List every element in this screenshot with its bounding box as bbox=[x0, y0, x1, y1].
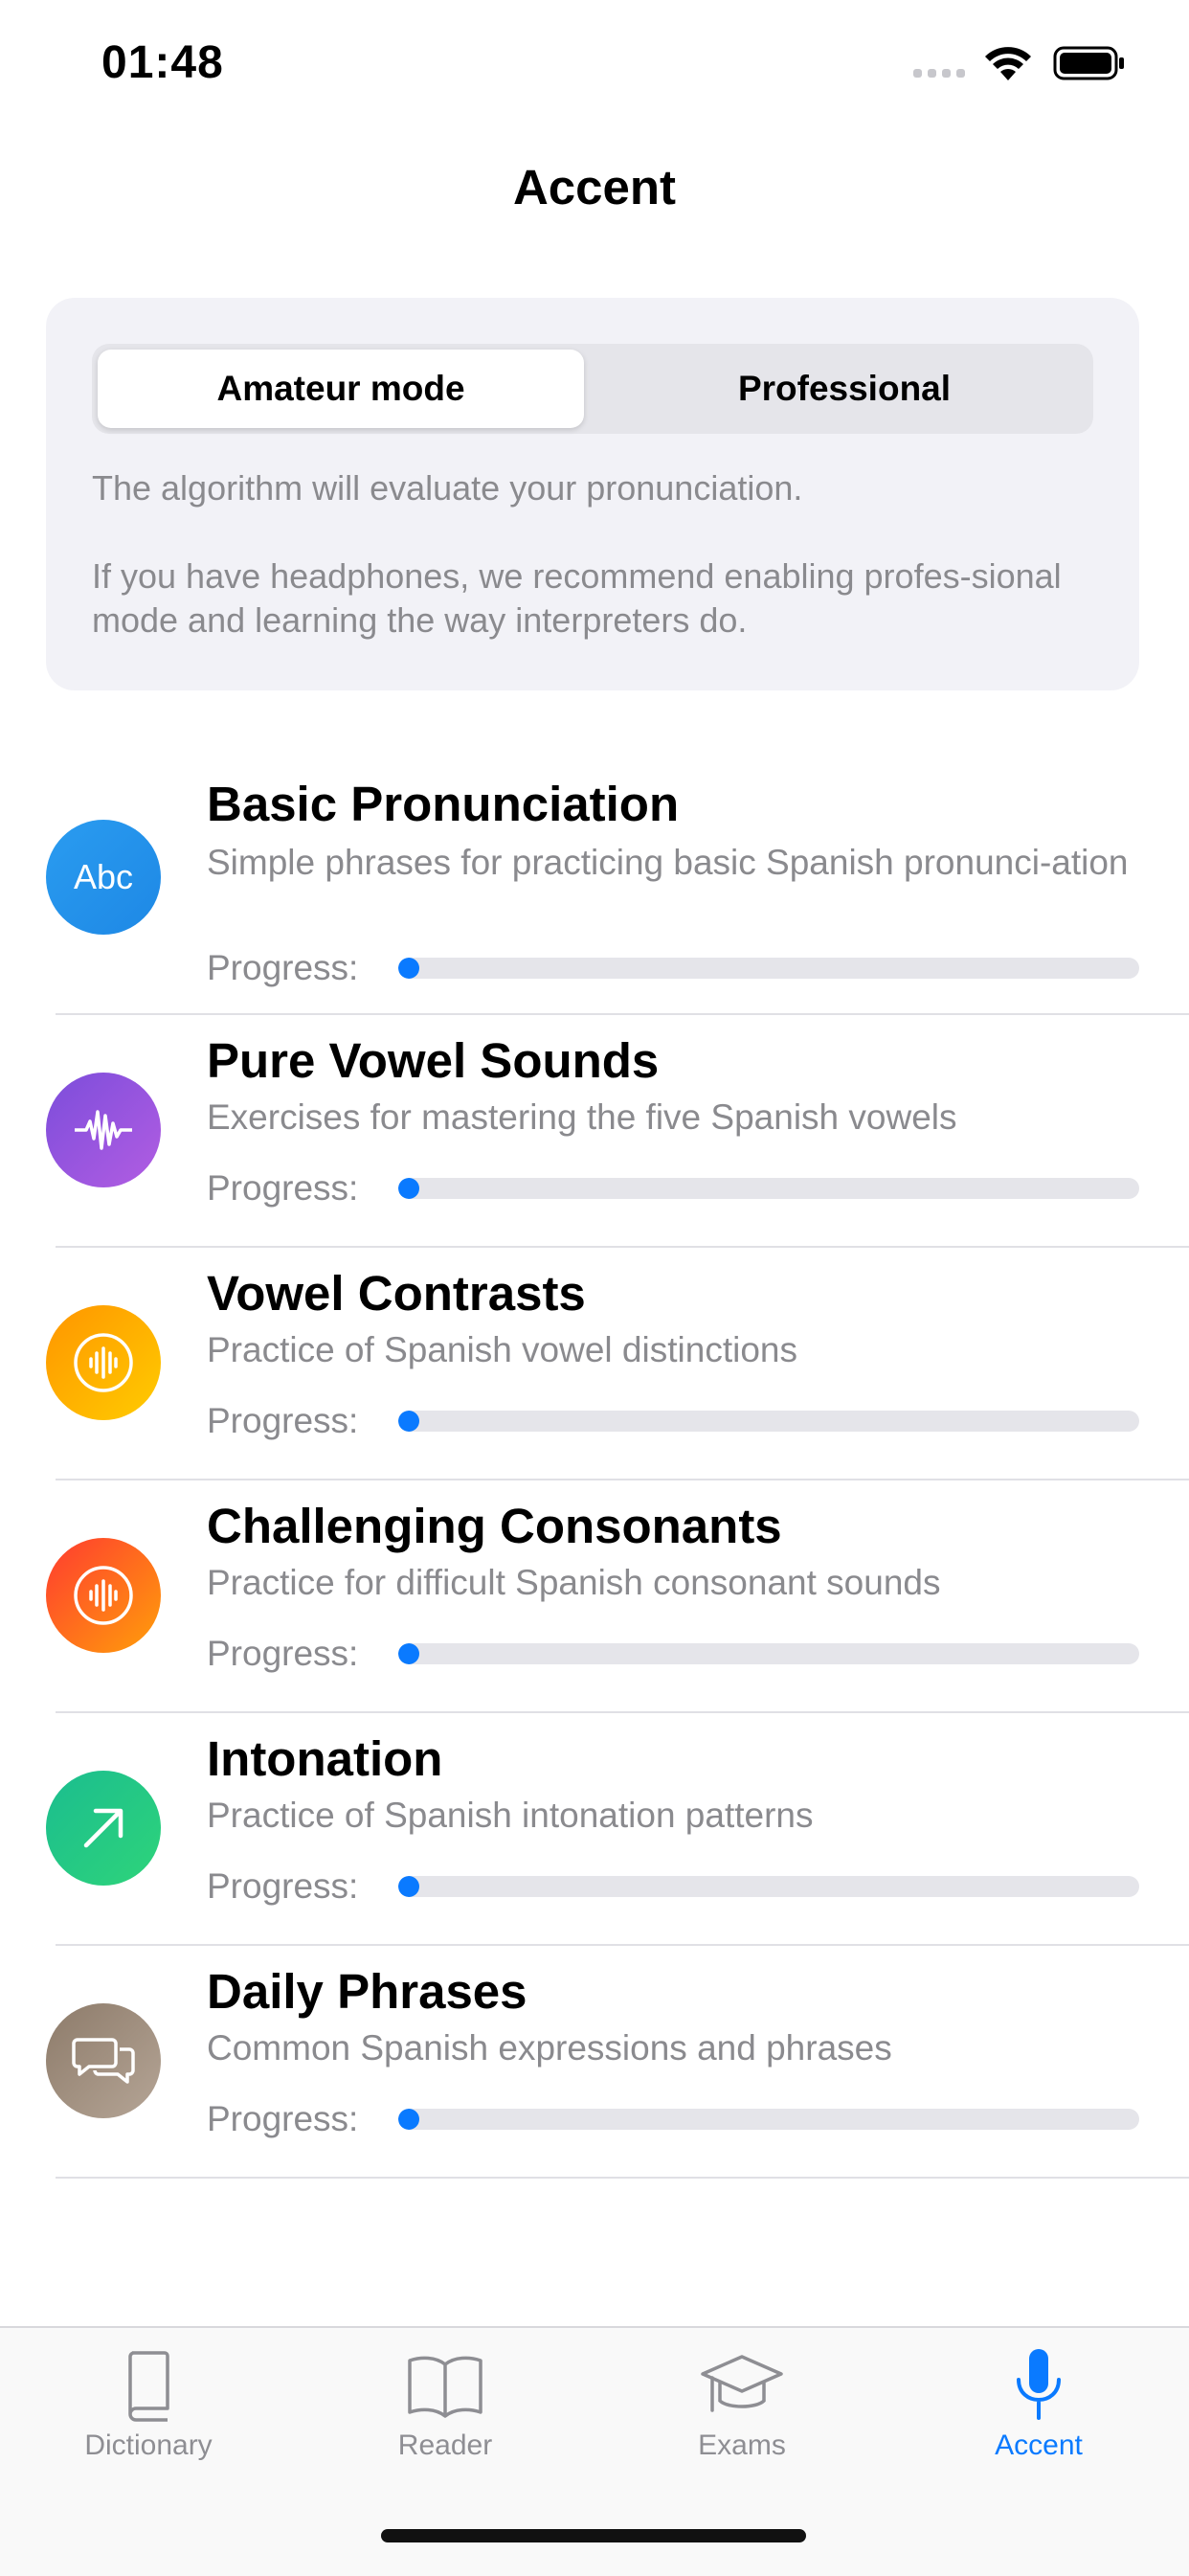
mode-description-line-2: If you have headphones, we recommend ena… bbox=[92, 556, 1062, 640]
professional-mode-segment[interactable]: Professional bbox=[601, 350, 1088, 428]
progress-label: Progress: bbox=[207, 948, 359, 987]
tab-label: Accent bbox=[995, 2429, 1083, 2461]
amateur-mode-segment[interactable]: Amateur mode bbox=[98, 350, 584, 428]
progress-label: Progress: bbox=[207, 2099, 359, 2138]
microphone-icon bbox=[1017, 2349, 1061, 2420]
progress-fill bbox=[398, 1178, 419, 1199]
divider bbox=[56, 2177, 1189, 2179]
arrow-up-right-glyph bbox=[83, 1808, 123, 1848]
lesson-list: Abc Basic Pronunciation Simple phrases f… bbox=[0, 757, 1189, 2179]
progress-bar bbox=[398, 2109, 1139, 2130]
lesson-title: Daily Phrases bbox=[207, 1964, 527, 2019]
tab-exams[interactable]: Exams bbox=[594, 2347, 890, 2462]
lesson-title: Challenging Consonants bbox=[207, 1499, 782, 1553]
lesson-title: Basic Pronunciation bbox=[207, 777, 680, 831]
progress-label: Progress: bbox=[207, 1168, 359, 1208]
lesson-title: Vowel Contrasts bbox=[207, 1266, 586, 1321]
lesson-basic-pronunciation[interactable]: Abc Basic Pronunciation Simple phrases f… bbox=[0, 757, 1189, 1015]
abc-icon: Abc bbox=[46, 820, 161, 935]
waveform-glyph bbox=[75, 1110, 132, 1150]
progress-label: Progress: bbox=[207, 1866, 359, 1906]
battery-icon bbox=[1053, 46, 1124, 80]
lesson-pure-vowel-sounds[interactable]: Pure Vowel Sounds Exercises for masterin… bbox=[0, 1015, 1189, 1248]
lesson-title: Pure Vowel Sounds bbox=[207, 1033, 660, 1088]
lesson-description: Simple phrases for practicing basic Span… bbox=[207, 843, 1129, 882]
lesson-intonation[interactable]: Intonation Practice of Spanish intonatio… bbox=[0, 1713, 1189, 1946]
arrow-up-right-icon bbox=[46, 1771, 161, 1886]
tab-label: Dictionary bbox=[84, 2429, 213, 2461]
progress-fill bbox=[398, 1643, 419, 1664]
wifi-icon bbox=[985, 47, 1031, 80]
status-time: 01:48 bbox=[101, 37, 224, 88]
chat-bubbles-glyph bbox=[72, 2038, 135, 2084]
tab-accent[interactable]: Accent bbox=[890, 2347, 1187, 2462]
tab-dictionary[interactable]: Dictionary bbox=[0, 2347, 297, 2462]
lesson-description: Exercises for mastering the five Spanish… bbox=[207, 1097, 957, 1137]
progress-fill bbox=[398, 2109, 419, 2130]
waveform-icon bbox=[46, 1073, 161, 1187]
progress-bar bbox=[398, 1411, 1139, 1432]
abc-icon-text: Abc bbox=[73, 857, 134, 896]
page-title: Accent bbox=[512, 160, 677, 215]
progress-fill bbox=[398, 958, 419, 979]
progress-bar bbox=[398, 1876, 1139, 1897]
mode-card: Amateur mode Professional The algorithm … bbox=[46, 298, 1139, 690]
waveform-circle-icon bbox=[46, 1538, 161, 1653]
graduation-cap-icon bbox=[701, 2355, 783, 2412]
progress-fill bbox=[398, 1876, 419, 1897]
progress-bar bbox=[398, 958, 1139, 979]
lesson-daily-phrases[interactable]: Daily Phrases Common Spanish expressions… bbox=[0, 1946, 1189, 2179]
lesson-description: Practice of Spanish intonation patterns bbox=[207, 1796, 814, 1835]
waveform-circle-glyph bbox=[74, 1333, 133, 1392]
mode-description: The algorithm will evaluate your pronunc… bbox=[92, 466, 1107, 687]
waveform-circle-icon bbox=[46, 1305, 161, 1420]
mode-description-line-1: The algorithm will evaluate your pronunc… bbox=[92, 468, 803, 508]
tab-label: Exams bbox=[698, 2429, 786, 2461]
status-bar: 01:48 bbox=[0, 0, 1189, 124]
lesson-challenging-consonants[interactable]: Challenging Consonants Practice for diff… bbox=[0, 1480, 1189, 1713]
progress-label: Progress: bbox=[207, 1634, 359, 1673]
tab-label: Reader bbox=[397, 2429, 493, 2461]
progress-bar bbox=[398, 1178, 1139, 1199]
progress-label: Progress: bbox=[207, 1401, 359, 1440]
lesson-description: Common Spanish expressions and phrases bbox=[207, 2028, 892, 2068]
home-indicator bbox=[381, 2529, 806, 2542]
lesson-title: Intonation bbox=[207, 1731, 443, 1786]
cellular-signal-icon bbox=[913, 69, 967, 80]
lesson-description: Practice for difficult Spanish consonant… bbox=[207, 1563, 941, 1602]
open-book-icon bbox=[408, 2356, 482, 2418]
lesson-description: Practice of Spanish vowel distinctions bbox=[207, 1330, 797, 1369]
progress-bar bbox=[398, 1643, 1139, 1664]
lesson-vowel-contrasts[interactable]: Vowel Contrasts Practice of Spanish vowe… bbox=[0, 1248, 1189, 1480]
book-icon bbox=[128, 2351, 169, 2422]
tab-reader[interactable]: Reader bbox=[297, 2347, 594, 2462]
waveform-circle-glyph bbox=[74, 1566, 133, 1625]
mode-segmented-control[interactable]: Amateur mode Professional bbox=[92, 344, 1093, 434]
progress-fill bbox=[398, 1411, 419, 1432]
chat-bubbles-icon bbox=[46, 2003, 161, 2118]
